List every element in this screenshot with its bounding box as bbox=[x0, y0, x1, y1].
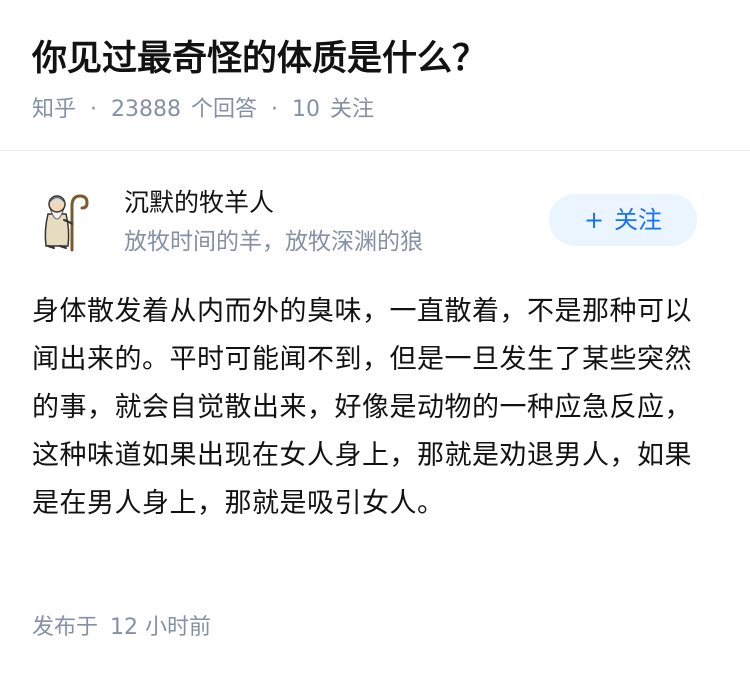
question-header: 你见过最奇怪的体质是什么？ 知乎 · 23888 个回答 · 10 关注 bbox=[0, 0, 750, 151]
published-time: 12 小时前 bbox=[110, 615, 212, 640]
meta-separator: · bbox=[90, 97, 98, 122]
follow-button[interactable]: + 关注 bbox=[549, 194, 697, 246]
question-title[interactable]: 你见过最奇怪的体质是什么？ bbox=[32, 36, 487, 82]
meta-separator: · bbox=[271, 97, 279, 122]
avatar[interactable] bbox=[32, 190, 92, 252]
answer-count-label: 个回答 bbox=[191, 97, 258, 122]
published-prefix: 发布于 bbox=[32, 615, 99, 640]
follow-button-label: 关注 bbox=[614, 206, 663, 234]
source-label[interactable]: 知乎 bbox=[32, 94, 76, 126]
shepherd-avatar-icon bbox=[44, 194, 89, 252]
plus-icon: + bbox=[583, 206, 605, 234]
answer-content: 身体散发着从内而外的臭味，一直散着，不是那种可以闻出来的。平时可能闻不到，但是一… bbox=[32, 296, 692, 519]
author-info: 沉默的牧羊人 放牧时间的羊，放牧深渊的狼 + 关注 bbox=[0, 180, 750, 260]
follower-count: 10 bbox=[292, 97, 321, 122]
author-bio: 放牧时间的羊，放牧深渊的狼 bbox=[124, 229, 423, 255]
question-meta: 知乎 · 23888 个回答 · 10 关注 bbox=[32, 94, 374, 126]
follower-label: 关注 bbox=[330, 97, 375, 122]
answer-count: 23888 bbox=[111, 97, 182, 122]
author-name[interactable]: 沉默的牧羊人 bbox=[124, 186, 274, 220]
answer-published-time[interactable]: 发布于 12 小时前 bbox=[32, 612, 211, 644]
